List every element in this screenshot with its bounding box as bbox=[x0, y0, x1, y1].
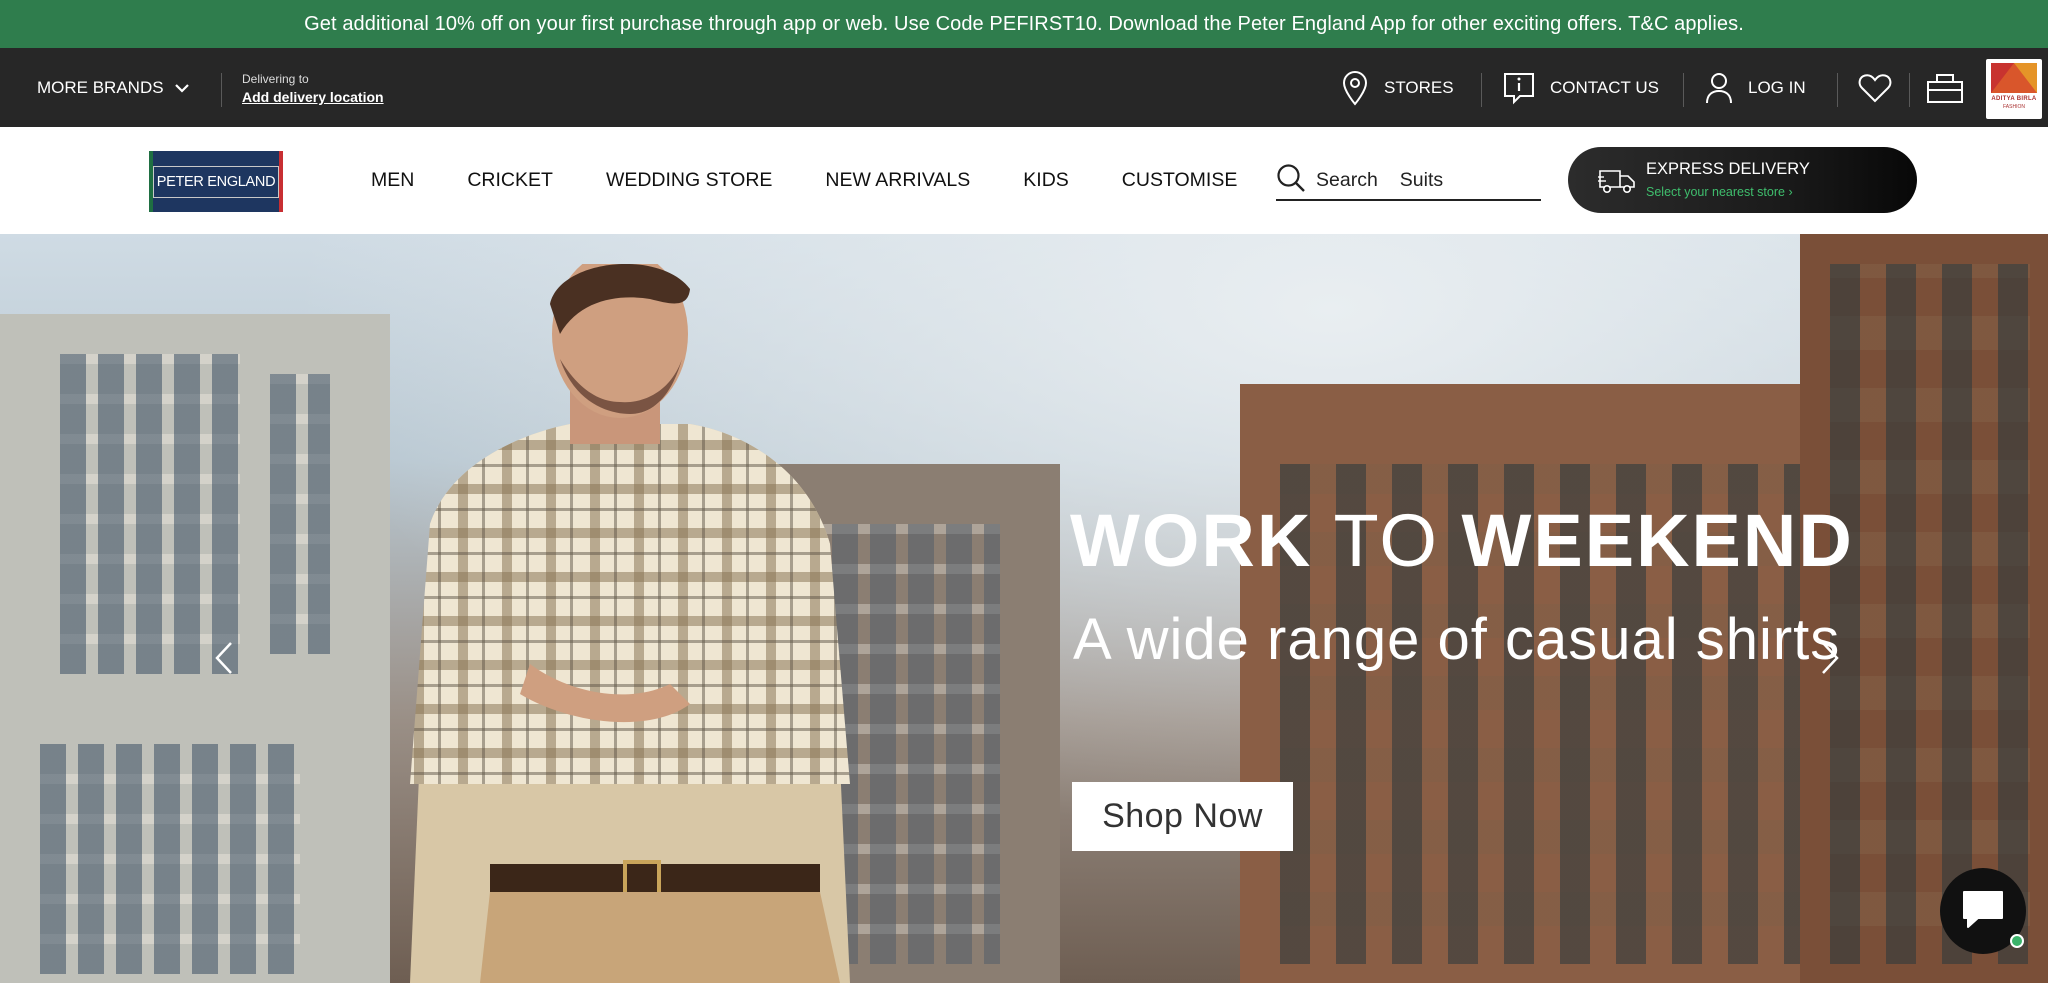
logo-text: PETER ENGLAND bbox=[152, 165, 280, 198]
chat-icon bbox=[1960, 888, 2006, 935]
chevron-left-icon bbox=[214, 641, 234, 680]
aditya-birla-fashion-logo[interactable]: ADITYA BIRLA FASHION bbox=[1986, 59, 2042, 119]
more-brands-dropdown[interactable]: MORE BRANDS bbox=[37, 48, 190, 127]
chevron-right-icon: › bbox=[1788, 185, 1793, 199]
search-icon[interactable] bbox=[1276, 163, 1306, 198]
shop-now-button[interactable]: Shop Now bbox=[1072, 782, 1293, 851]
hero-subline: A wide range of casual shirts bbox=[1073, 607, 1841, 672]
headline-to: TO bbox=[1333, 499, 1439, 582]
nav-item-new-arrivals[interactable]: NEW ARRIVALS bbox=[825, 169, 970, 192]
more-brands-label: MORE BRANDS bbox=[37, 77, 164, 97]
delivery-location: Delivering to Add delivery location bbox=[242, 72, 384, 105]
promo-banner: Get additional 10% off on your first pur… bbox=[0, 0, 2048, 48]
nav-item-cricket[interactable]: CRICKET bbox=[467, 169, 553, 192]
divider bbox=[1481, 73, 1482, 107]
search-bar[interactable]: Search bbox=[1276, 161, 1541, 201]
building-left bbox=[0, 314, 390, 983]
divider bbox=[1909, 73, 1910, 107]
select-store-label: Select your nearest store bbox=[1646, 185, 1785, 199]
divider bbox=[1683, 73, 1684, 107]
online-status-dot bbox=[2010, 934, 2024, 948]
search-input[interactable] bbox=[1399, 168, 1520, 192]
search-label: Search bbox=[1316, 168, 1378, 191]
bag-icon bbox=[1926, 72, 1964, 104]
bag-button[interactable] bbox=[1926, 48, 1964, 127]
contact-us-link[interactable]: CONTACT US bbox=[1502, 48, 1659, 127]
aditya-birla-logo-line1: ADITYA BIRLA bbox=[1991, 96, 2037, 102]
divider bbox=[1837, 73, 1838, 107]
aditya-birla-logo-mark bbox=[1991, 63, 2037, 93]
login-label: LOG IN bbox=[1748, 77, 1806, 97]
delivering-to-label: Delivering to bbox=[242, 72, 309, 86]
express-delivery-title: EXPRESS DELIVERY bbox=[1646, 160, 1810, 178]
divider bbox=[221, 73, 222, 107]
headline-work: WORK bbox=[1070, 499, 1313, 582]
location-pin-icon bbox=[1340, 70, 1370, 106]
nav-item-wedding-store[interactable]: WEDDING STORE bbox=[606, 169, 772, 192]
express-delivery-button[interactable]: EXPRESS DELIVERY Select your nearest sto… bbox=[1568, 147, 1917, 213]
add-delivery-location-link[interactable]: Add delivery location bbox=[242, 89, 384, 105]
promo-text: Get additional 10% off on your first pur… bbox=[304, 12, 1744, 35]
model-image bbox=[410, 264, 850, 983]
nav-item-men[interactable]: MEN bbox=[371, 169, 414, 192]
chat-widget-button[interactable] bbox=[1940, 868, 2026, 954]
stores-label: STORES bbox=[1384, 77, 1454, 97]
carousel-prev-button[interactable] bbox=[204, 632, 244, 688]
building-right bbox=[1240, 384, 1840, 983]
heart-icon bbox=[1858, 73, 1892, 103]
peter-england-logo[interactable]: PETER ENGLAND bbox=[149, 151, 283, 212]
wishlist-button[interactable] bbox=[1858, 48, 1892, 127]
utility-bar: MORE BRANDS Delivering to Add delivery l… bbox=[0, 48, 2048, 127]
hero-banner[interactable]: WORK TO WEEKEND A wide range of casual s… bbox=[0, 234, 2048, 983]
category-menu: MEN CRICKET WEDDING STORE NEW ARRIVALS K… bbox=[371, 127, 1290, 234]
chevron-down-icon bbox=[174, 78, 190, 98]
hero-headline: WORK TO WEEKEND bbox=[1070, 498, 1854, 583]
aditya-birla-logo-line2: FASHION bbox=[2003, 104, 2025, 110]
info-icon bbox=[1502, 71, 1536, 105]
chevron-right-icon bbox=[1820, 641, 1840, 680]
contact-us-label: CONTACT US bbox=[1550, 77, 1659, 97]
nav-item-kids[interactable]: KIDS bbox=[1023, 169, 1069, 192]
carousel-next-button[interactable] bbox=[1810, 632, 1850, 688]
nav-item-customise[interactable]: CUSTOMISE bbox=[1122, 169, 1238, 192]
login-link[interactable]: LOG IN bbox=[1704, 48, 1806, 127]
user-icon bbox=[1704, 72, 1734, 104]
truck-icon bbox=[1598, 167, 1636, 200]
headline-weekend: WEEKEND bbox=[1461, 499, 1854, 582]
main-navigation: PETER ENGLAND MEN CRICKET WEDDING STORE … bbox=[0, 127, 2048, 234]
express-delivery-subtitle: Select your nearest store › bbox=[1646, 185, 1793, 199]
stores-link[interactable]: STORES bbox=[1340, 48, 1454, 127]
